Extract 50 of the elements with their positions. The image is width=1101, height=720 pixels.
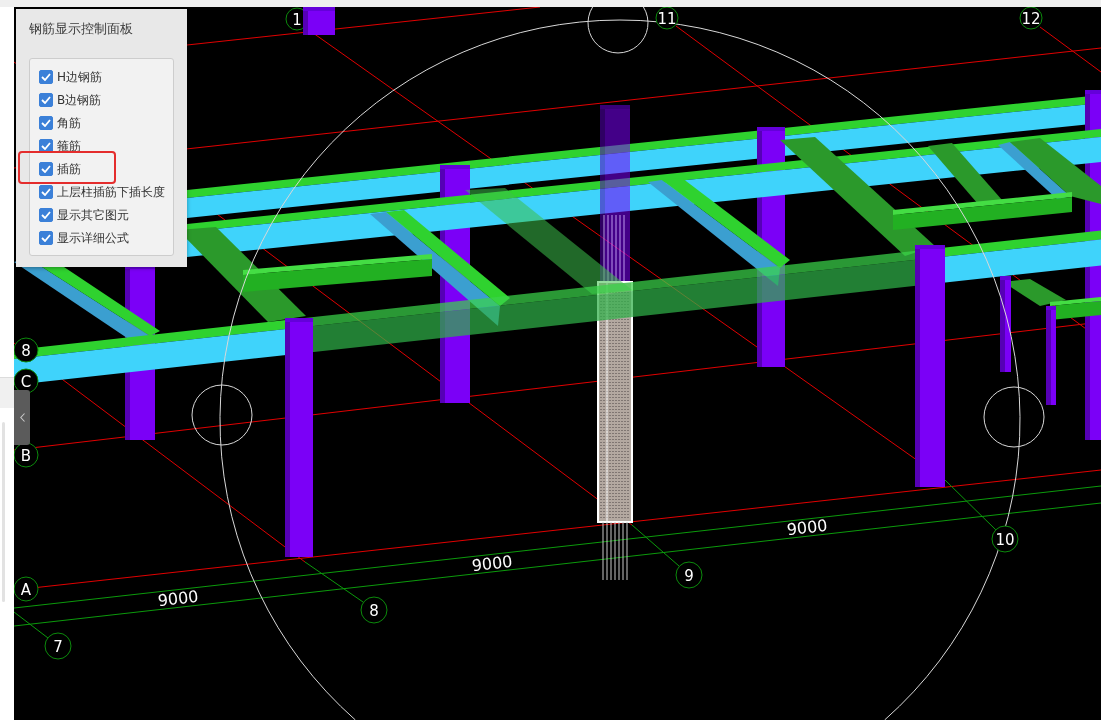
checkbox[interactable] [39, 92, 53, 107]
dimension-label: 9000 [156, 586, 200, 611]
checkbox[interactable] [39, 184, 53, 199]
checkmark-icon [41, 95, 51, 104]
leader-line [14, 611, 49, 639]
axis-label: B [14, 442, 39, 468]
checkmark-icon [41, 141, 51, 150]
checkbox-label[interactable]: B边钢筋 [57, 92, 102, 107]
leader-line [304, 561, 364, 603]
checkbox-label[interactable]: 显示其它图元 [57, 207, 129, 222]
checkbox[interactable] [39, 138, 53, 153]
checkmark-icon [41, 164, 51, 173]
orbit-handle[interactable] [191, 384, 253, 446]
checkmark-icon [41, 72, 51, 81]
leader-line [944, 479, 997, 531]
orbit-handle[interactable] [983, 386, 1045, 448]
leader-line [631, 524, 680, 567]
beam [1050, 296, 1101, 320]
axis-label: 12 [1019, 7, 1043, 30]
checkmark-icon [41, 118, 51, 127]
checkbox-label[interactable]: 显示详细公式 [57, 230, 129, 245]
checkbox-label[interactable]: H边钢筋 [57, 69, 103, 84]
checkbox[interactable] [39, 207, 53, 222]
axis-label: A [14, 576, 39, 602]
axis-label: 9 [675, 561, 703, 589]
side-panel-header [0, 377, 14, 408]
dimension-label: 9000 [785, 515, 829, 540]
checkbox[interactable] [39, 115, 53, 130]
orbit-handle[interactable] [587, 7, 649, 54]
axis-label: 10 [991, 525, 1019, 553]
checkbox-label[interactable]: 角筋 [57, 115, 81, 130]
rebar-bundle [602, 521, 628, 581]
checkbox-label[interactable]: 箍筋 [57, 138, 81, 153]
chevron-left-icon [19, 413, 25, 422]
checkbox-label[interactable]: 上层柱插筋下插长度 [57, 184, 165, 199]
panel-title: 钢筋显示控制面板 [29, 21, 134, 37]
model-viewport[interactable]: 1 11 12 8 C B A 7 8 9 10 9000 9000 9000 钢筋显示控制面板 H边钢筋 B边钢筋 角筋 箍筋 插筋 上层柱插筋下插长度 显示其它图元 显示详细公式 [14, 7, 1101, 720]
axis-label: 8 [360, 596, 388, 624]
checkbox[interactable] [39, 69, 53, 84]
axis-label: 7 [44, 632, 72, 660]
axis-label: 8 [14, 337, 39, 363]
checkmark-icon [41, 233, 51, 242]
checkbox[interactable] [39, 161, 53, 176]
dimension-label: 9000 [470, 551, 514, 576]
column [303, 7, 335, 35]
axis-label: 11 [655, 7, 679, 30]
checkmark-icon [41, 187, 51, 196]
checkbox[interactable] [39, 230, 53, 245]
checkbox-label[interactable]: 插筋 [57, 161, 81, 176]
checkmark-icon [41, 210, 51, 219]
